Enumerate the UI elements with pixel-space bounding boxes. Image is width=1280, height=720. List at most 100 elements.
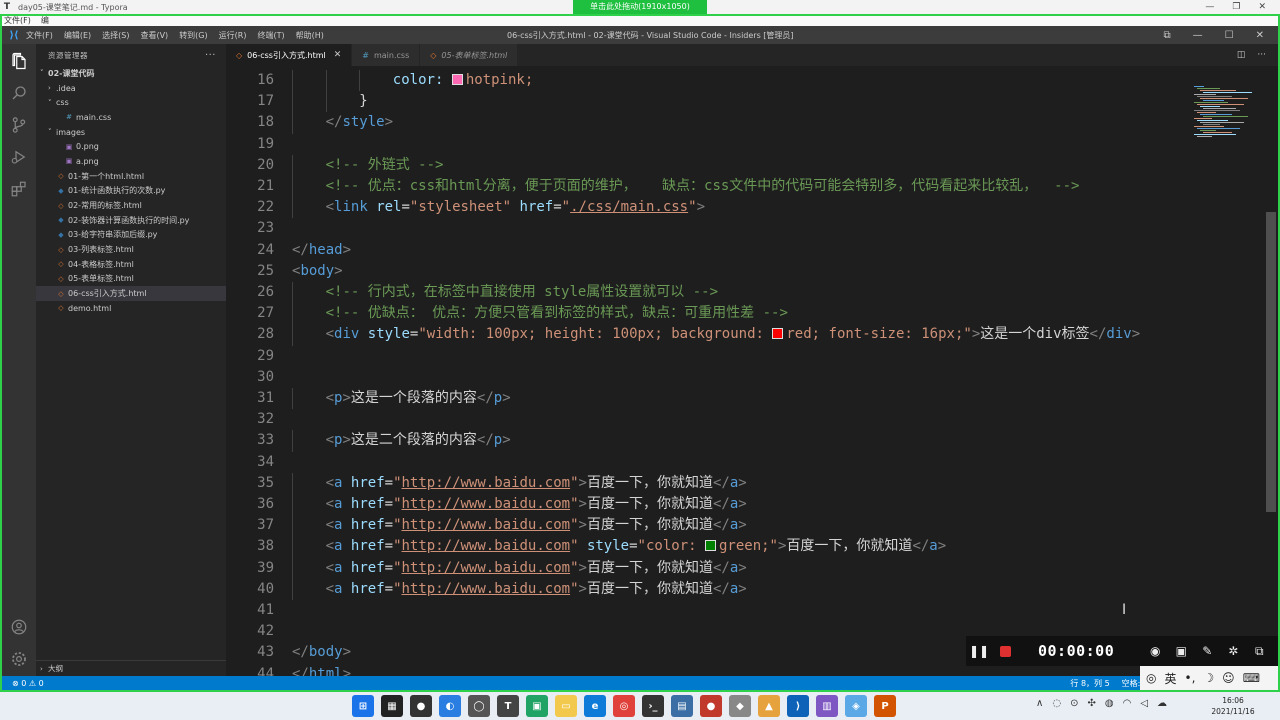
app-icon-3[interactable]: ▤ xyxy=(671,695,693,717)
tree-item[interactable]: ◇ 04-表格标签.html xyxy=(36,257,226,272)
run-debug-icon[interactable] xyxy=(2,142,36,172)
app-icon-7[interactable]: ◈ xyxy=(845,695,867,717)
code-line[interactable]: 40 <a href="http://www.baidu.com">百度一下，你就… xyxy=(226,578,1188,600)
wifi-icon[interactable]: ◠ xyxy=(1123,698,1132,709)
punctuation-icon[interactable]: •, xyxy=(1185,671,1196,685)
settings-gear-icon[interactable] xyxy=(2,644,36,674)
extensions-icon[interactable] xyxy=(2,174,36,204)
cursor-position[interactable]: 行 8，列 5 xyxy=(1070,678,1109,689)
clock[interactable]: 16:06 2021/11/16 xyxy=(1208,695,1258,717)
menu-item[interactable]: 选择(S) xyxy=(102,31,129,40)
browser-icon[interactable]: ◐ xyxy=(439,695,461,717)
code-line[interactable]: 41 xyxy=(226,600,1188,621)
recording-drag-handle[interactable]: 单击此处拖动(1910x1050) xyxy=(573,0,707,14)
tree-item[interactable]: ˅ 02-课堂代码 xyxy=(36,66,226,81)
tree-item[interactable]: ▣ a.png xyxy=(36,154,226,169)
tree-item[interactable]: ◇ 01-第一个html.html xyxy=(36,169,226,184)
editor-tab[interactable]: ◇ 06-css引入方式.html ✕ xyxy=(226,44,353,66)
terminal-icon[interactable]: ›_ xyxy=(642,695,664,717)
app-icon-5[interactable]: ▲ xyxy=(758,695,780,717)
code-line[interactable]: 20 <!-- 外链式 --> xyxy=(226,154,1188,176)
color-swatch[interactable] xyxy=(704,540,716,552)
app-icon-6[interactable]: ▥ xyxy=(816,695,838,717)
keyboard-icon[interactable]: ⌨ xyxy=(1243,671,1260,685)
typora-menu-edit[interactable]: 编 xyxy=(41,15,49,26)
code-line[interactable]: 31 <p>这是一个段落的内容</p> xyxy=(226,388,1188,410)
window-maximize-icon[interactable]: ☐ xyxy=(1225,30,1234,41)
menu-item[interactable]: 运行(R) xyxy=(219,31,247,40)
tree-item[interactable]: ◇ 03-列表标签.html xyxy=(36,242,226,257)
settings-icon[interactable]: ✲ xyxy=(1220,636,1246,666)
code-line[interactable]: 28 <div style="width: 100px; height: 100p… xyxy=(226,324,1188,346)
minimap[interactable] xyxy=(1188,82,1264,676)
powerpoint-icon[interactable]: P xyxy=(874,695,896,717)
account-icon[interactable] xyxy=(2,612,36,642)
window-close-icon[interactable]: ✕ xyxy=(1256,30,1264,41)
pycharm-icon[interactable]: ▣ xyxy=(526,695,548,717)
code-line[interactable]: 16 color: hotpink; xyxy=(226,70,1188,92)
tree-item[interactable]: # main.css xyxy=(36,110,226,125)
menu-item[interactable]: 帮助(H) xyxy=(296,31,324,40)
typora-menu-file[interactable]: 文件(F) xyxy=(4,15,31,26)
menu-item[interactable]: 编辑(E) xyxy=(64,31,91,40)
code-line[interactable]: 38 <a href="http://www.baidu.com" style="… xyxy=(226,536,1188,558)
folder-icon[interactable]: ▭ xyxy=(555,695,577,717)
editor-tab[interactable]: # main.css xyxy=(352,44,421,66)
code-line[interactable]: 37 <a href="http://www.baidu.com">百度一下，你就… xyxy=(226,515,1188,537)
app-icon-2[interactable]: ◯ xyxy=(468,695,490,717)
tray-app-icon-2[interactable]: ⊙ xyxy=(1070,698,1078,709)
code-line[interactable]: 17} xyxy=(226,91,1188,113)
tree-item[interactable]: ◆ 03-给字符串添加后缀.py xyxy=(36,228,226,243)
more-actions-icon[interactable]: ··· xyxy=(205,50,216,61)
moon-icon[interactable]: ☽ xyxy=(1203,671,1214,685)
task-view-icon[interactable]: ▦ xyxy=(381,695,403,717)
tray-app-icon-3[interactable]: ✣ xyxy=(1087,698,1095,709)
app-icon-1[interactable]: ● xyxy=(410,695,432,717)
code-editor[interactable]: 16 color: hotpink; 17} 18 </style> 19 20 <!-- 外… xyxy=(226,70,1188,676)
tray-app-icon-5[interactable]: ☁ xyxy=(1157,698,1167,709)
chevron-up-icon[interactable]: ∧ xyxy=(1036,698,1043,709)
problems-indicator[interactable]: ⊗ 0 ⚠ 0 xyxy=(12,679,44,688)
explorer-icon[interactable] xyxy=(2,46,36,76)
tree-item[interactable]: ◆ 02-装饰器计算函数执行的时间.py xyxy=(36,213,226,228)
edge-icon[interactable]: e xyxy=(584,695,606,717)
vscode-taskbar-icon[interactable]: ⟩ xyxy=(787,695,809,717)
window-minimize-icon[interactable]: — xyxy=(1193,30,1203,41)
tree-item[interactable]: ˅ css xyxy=(36,95,226,110)
pause-icon[interactable]: ❚❚ xyxy=(966,636,992,666)
pen-icon[interactable]: ✎ xyxy=(1194,636,1220,666)
close-tab-icon[interactable]: ✕ xyxy=(334,50,342,60)
more-actions-icon[interactable]: ··· xyxy=(1257,50,1266,60)
code-line[interactable]: 32 xyxy=(226,409,1188,430)
screenshot-icon[interactable]: ▣ xyxy=(1168,636,1194,666)
code-line[interactable]: 29 xyxy=(226,346,1188,367)
app-icon-4[interactable]: ◆ xyxy=(729,695,751,717)
tree-item[interactable]: ▣ 0.png xyxy=(36,139,226,154)
source-control-icon[interactable] xyxy=(2,110,36,140)
menu-item[interactable]: 终端(T) xyxy=(257,31,284,40)
search-icon[interactable] xyxy=(2,78,36,108)
code-line[interactable]: 36 <a href="http://www.baidu.com">百度一下，你就… xyxy=(226,494,1188,516)
code-line[interactable]: 21 <!-- 优点：css和html分离，便于页面的维护， 缺点：css文件中的… xyxy=(226,176,1188,198)
scrollbar-thumb[interactable] xyxy=(1266,212,1276,512)
tree-item[interactable]: ◆ 01-统计函数执行的次数.py xyxy=(36,184,226,199)
typora-icon[interactable]: T xyxy=(497,695,519,717)
emoji-icon[interactable]: ☺ xyxy=(1222,671,1235,685)
color-swatch[interactable] xyxy=(772,328,784,340)
tree-item[interactable]: ◇ demo.html xyxy=(36,301,226,316)
code-line[interactable]: 23 xyxy=(226,218,1188,239)
tree-item[interactable]: ◇ 02-常用的标签.html xyxy=(36,198,226,213)
minimize-recorder-icon[interactable]: ⧉ xyxy=(1246,636,1272,666)
code-line[interactable]: 22 <link rel="stylesheet" href="./css/mai… xyxy=(226,197,1188,219)
camera-icon[interactable]: ◉ xyxy=(1142,636,1168,666)
color-swatch[interactable] xyxy=(451,74,463,85)
chrome-icon[interactable]: ◎ xyxy=(613,695,635,717)
code-line[interactable]: 30 xyxy=(226,367,1188,388)
stop-record-button[interactable] xyxy=(992,636,1018,666)
recorder-app-icon[interactable]: ● xyxy=(700,695,722,717)
tray-app-icon-4[interactable]: ◍ xyxy=(1105,698,1114,709)
layout-icon[interactable]: ⧉ xyxy=(1164,30,1171,41)
split-editor-icon[interactable]: ◫ xyxy=(1237,50,1246,60)
menu-item[interactable]: 查看(V) xyxy=(140,31,168,40)
tree-item[interactable]: › .idea xyxy=(36,81,226,96)
